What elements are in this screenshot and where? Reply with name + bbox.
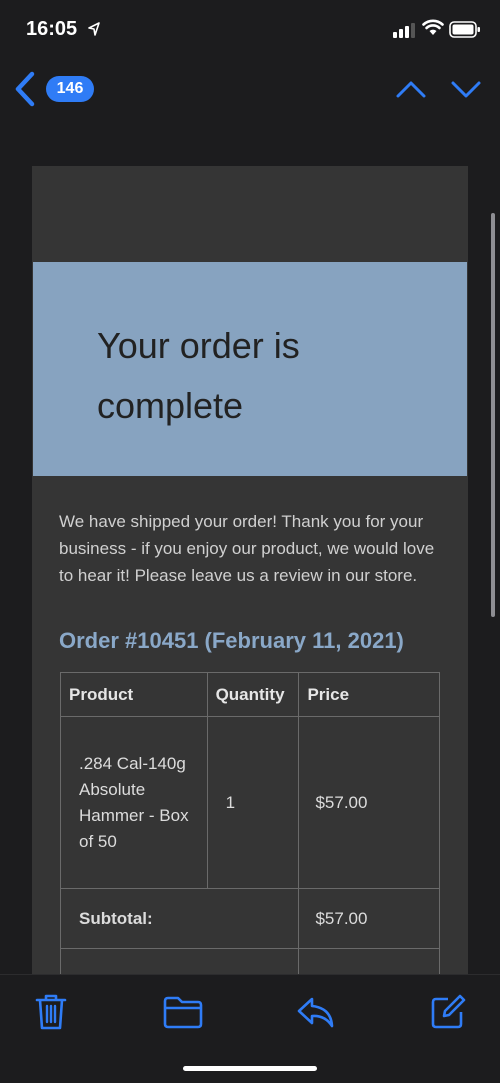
location-arrow-icon (88, 22, 100, 36)
email-header-spacer (32, 166, 468, 262)
home-indicator[interactable] (183, 1066, 317, 1071)
email-card: Your order is complete We have shipped y… (32, 166, 468, 974)
wifi-icon (422, 19, 444, 35)
status-bar: 16:05 (0, 0, 500, 60)
partial-row-value (298, 948, 440, 974)
order-table: Product Quantity Price .284 Cal-140g Abs… (59, 672, 440, 974)
compose-icon[interactable] (428, 993, 468, 1031)
subtotal-value: $57.00 (298, 888, 440, 949)
item-price: $57.00 (298, 716, 440, 889)
item-product: .284 Cal-140g Absolute Hammer - Box of 5… (60, 716, 208, 889)
header-price: Price (298, 672, 440, 717)
item-quantity: 1 (206, 716, 300, 889)
table-row (59, 948, 440, 974)
hero-title: Your order is complete (97, 325, 300, 426)
status-time: 16:05 (26, 18, 78, 40)
previous-message-chevron-up-icon[interactable] (395, 74, 427, 104)
header-product: Product (60, 672, 208, 717)
unread-count-badge[interactable]: 146 (46, 76, 94, 102)
next-message-chevron-down-icon[interactable] (450, 74, 482, 104)
subtotal-label: Subtotal: (59, 888, 300, 949)
subtotal-row: Subtotal: $57.00 (59, 888, 440, 949)
reply-icon[interactable] (295, 993, 335, 1031)
order-heading: Order #10451 (February 11, 2021) (59, 628, 404, 653)
table-header-row: Product Quantity Price (60, 672, 440, 717)
back-chevron-icon[interactable] (12, 70, 38, 108)
header-quantity: Quantity (206, 672, 300, 717)
trash-icon[interactable] (33, 993, 69, 1031)
cellular-signal-icon (393, 23, 415, 38)
scrollbar[interactable] (491, 213, 495, 617)
folder-icon[interactable] (162, 993, 204, 1031)
battery-icon (449, 21, 480, 38)
table-row: .284 Cal-140g Absolute Hammer - Box of 5… (60, 716, 440, 889)
intro-paragraph: We have shipped your order! Thank you fo… (59, 512, 435, 585)
email-content-area[interactable]: Your order is complete We have shipped y… (0, 122, 500, 974)
email-hero-banner: Your order is complete (33, 262, 467, 476)
partial-row-label (59, 948, 300, 974)
subject-line-peek (32, 104, 332, 124)
